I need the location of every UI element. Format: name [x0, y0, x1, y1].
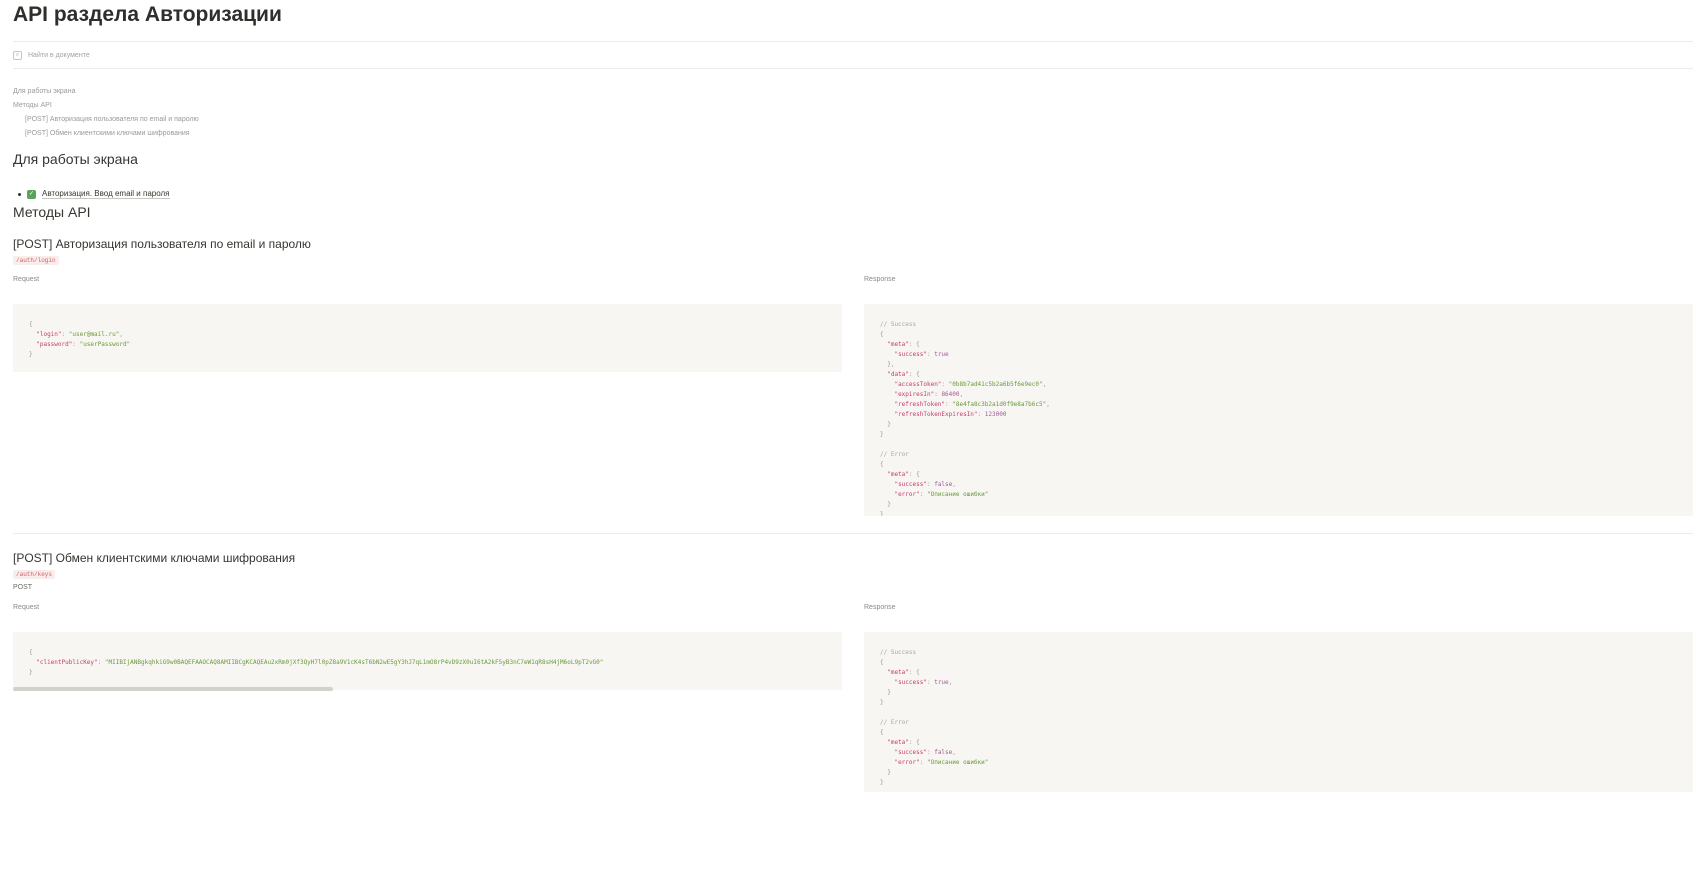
divider [13, 41, 1693, 42]
code-line: } [29, 669, 33, 676]
code-line: "clientPublicKey": "MIIBIjANBgkqhkiG9w0B… [36, 659, 604, 666]
code-line: "success": true [894, 351, 949, 358]
toc-item[interactable]: [POST] Обмен клиентскими ключами шифрова… [13, 127, 199, 141]
code-line: { [880, 659, 884, 666]
code-line: "login": "user@mail.ru", [36, 331, 123, 338]
section-heading-screen: Для работы экрана [13, 151, 138, 167]
search-icon: ⌕ [13, 51, 22, 60]
code-line: { [880, 729, 884, 736]
code-line: { [880, 461, 884, 468]
code-line: { [29, 649, 33, 656]
code-line: } [880, 689, 891, 696]
page-title: API раздела Авторизации [13, 3, 282, 26]
code-line: "meta": { [887, 341, 920, 348]
code-line: "success": false, [894, 481, 956, 488]
code-line: "refreshToken": "8e4fa8c3b2a1d0f9e8a7b6c… [894, 401, 1050, 408]
code-line: } [880, 431, 884, 438]
response-label: Response [864, 604, 896, 611]
code-line: { [29, 321, 33, 328]
method-title: [POST] Авторизация пользователя по email… [13, 237, 311, 251]
list-item: ✓ Авторизация. Ввод email и пароля [18, 189, 170, 199]
code-line: // Error [880, 451, 909, 458]
method-title: [POST] Обмен клиентскими ключами шифрова… [13, 551, 296, 565]
toc-item[interactable]: [POST] Авторизация пользователя по email… [13, 113, 199, 127]
request-label: Request [13, 276, 40, 283]
code-line: "success": false, [894, 749, 956, 756]
code-line: // Success [880, 649, 917, 656]
bullet-icon [18, 192, 21, 196]
code-line: } [29, 351, 33, 358]
code-line: } [880, 779, 884, 786]
request-label: Request [13, 604, 40, 611]
request-code-block[interactable]: { "login": "user@mail.ru", "password": "… [13, 304, 842, 372]
toc-item[interactable]: Для работы экрана [13, 85, 199, 99]
response-code-block[interactable]: // Success { "meta": { "success": true, }… [864, 632, 1693, 792]
code-line: "meta": { [887, 471, 920, 478]
search-placeholder: Найти в документе [28, 52, 90, 59]
code-line: } [880, 421, 891, 428]
code-line: "expiresIn": 86400, [894, 391, 964, 398]
code-line: } [880, 769, 891, 776]
code-line: "success": true, [894, 679, 953, 686]
code-line: "meta": { [887, 669, 920, 676]
code-line: } [880, 699, 884, 706]
request-code-block[interactable]: { "clientPublicKey": "MIIBIjANBgkqhkiG9w… [13, 632, 842, 690]
code-line: { [880, 331, 884, 338]
horizontal-scrollbar[interactable] [13, 687, 333, 691]
endpoint-tag: /auth/keys [13, 570, 56, 579]
page-link[interactable]: Авторизация. Ввод email и пароля [42, 189, 170, 199]
toc-item[interactable]: Методы API [13, 99, 199, 113]
code-line: } [880, 501, 891, 508]
code-line: // Success [880, 321, 917, 328]
endpoint-tag: /auth/login [13, 256, 59, 265]
code-line: // Error [880, 719, 909, 726]
code-line: "refreshTokenExpiresIn": 123000 [894, 411, 1007, 418]
method-type: POST [13, 584, 33, 591]
code-line: "password": "userPassword" [36, 341, 131, 348]
code-line: "meta": { [887, 739, 920, 746]
code-line: "data": { [887, 371, 920, 378]
response-code-block[interactable]: // Success { "meta": { "success": true },… [864, 304, 1693, 516]
code-line: "error": "Описание ошибки" [894, 491, 989, 498]
divider [13, 533, 1693, 534]
code-line: } [880, 511, 884, 516]
table-of-contents: Для работы экрана Методы API [POST] Авто… [13, 85, 199, 141]
page-icon: ✓ [27, 189, 36, 199]
divider [13, 68, 1693, 69]
code-line: }, [880, 361, 895, 368]
code-line: "accessToken": "0b8b7ad41c5b2a6b5f6e9ec0… [894, 381, 1047, 388]
section-heading-methods: Методы API [13, 204, 91, 220]
response-label: Response [864, 276, 896, 283]
code-line: "error": "Описание ошибки" [894, 759, 989, 766]
search-bar[interactable]: ⌕ Найти в документе [13, 51, 90, 60]
